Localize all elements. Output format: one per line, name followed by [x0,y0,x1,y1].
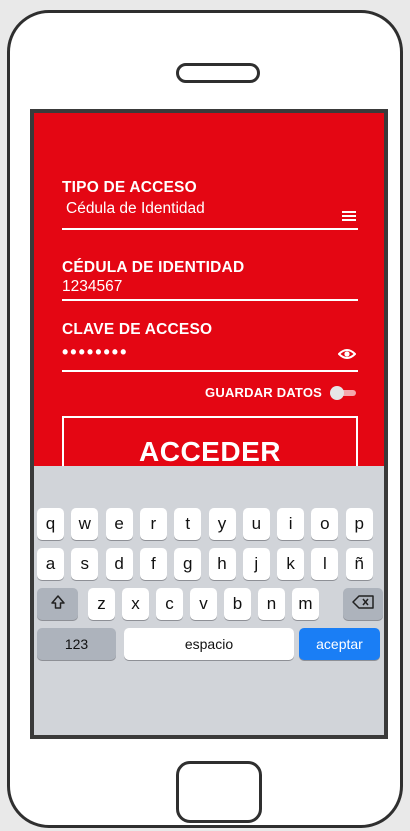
key-u[interactable]: u [242,508,270,540]
key-b[interactable]: b [224,588,251,620]
key-q[interactable]: q [37,508,64,540]
key-t[interactable]: t [174,508,202,540]
key-n[interactable]: n [258,588,285,620]
key-v[interactable]: v [190,588,217,620]
save-data-row[interactable]: GUARDAR DATOS [205,385,358,400]
list-icon[interactable] [342,211,356,221]
key-ñ[interactable]: ñ [345,548,373,580]
login-form: TIPO DE ACCESO Cédula de Identidad CÉDUL… [34,113,384,476]
key-s[interactable]: s [71,548,99,580]
password-underline [62,370,358,372]
save-data-label: GUARDAR DATOS [205,385,322,400]
key-e[interactable]: e [105,508,133,540]
key-x[interactable]: x [122,588,149,620]
key-l[interactable]: l [311,548,339,580]
id-number-input[interactable]: 1234567 [62,278,358,296]
key-k[interactable]: k [277,548,305,580]
key-c[interactable]: c [156,588,183,620]
eye-icon[interactable] [337,347,357,365]
key-d[interactable]: d [105,548,133,580]
id-number-label: CÉDULA DE IDENTIDAD [62,259,245,276]
key-f[interactable]: f [139,548,167,580]
id-number-underline [62,299,358,301]
key-p[interactable]: p [345,508,373,540]
phone-screen: TIPO DE ACCESO Cédula de Identidad CÉDUL… [30,109,388,739]
access-type-field[interactable]: TIPO DE ACCESO Cédula de Identidad [62,179,358,230]
password-input[interactable]: •••••••• [62,342,358,363]
key-j[interactable]: j [242,548,270,580]
key-r[interactable]: r [139,508,167,540]
access-type-value: Cédula de Identidad [66,200,205,217]
phone-speaker [176,63,260,83]
shift-key[interactable] [37,588,78,620]
space-key[interactable]: espacio [124,628,294,660]
accept-key[interactable]: aceptar [299,628,380,660]
key-i[interactable]: i [277,508,305,540]
key-o[interactable]: o [311,508,339,540]
password-field[interactable]: CLAVE DE ACCESO •••••••• [62,321,358,372]
key-y[interactable]: y [208,508,236,540]
password-label: CLAVE DE ACCESO [62,321,213,338]
access-type-label: TIPO DE ACCESO [62,179,197,196]
save-data-toggle[interactable] [330,385,358,400]
key-g[interactable]: g [174,548,202,580]
backspace-icon [352,594,374,614]
key-h[interactable]: h [208,548,236,580]
backspace-key[interactable] [343,588,383,620]
shift-arrow-icon [50,594,66,615]
key-w[interactable]: w [71,508,99,540]
key-m[interactable]: m [292,588,319,620]
virtual-keyboard: qwertyuiop asdfghjklñ zxcvbnm 123 espaci… [34,466,384,735]
id-number-field[interactable]: CÉDULA DE IDENTIDAD 1234567 [62,259,358,301]
home-button[interactable] [176,761,262,823]
access-type-underline [62,228,358,230]
key-z[interactable]: z [88,588,115,620]
key-a[interactable]: a [37,548,64,580]
numbers-key[interactable]: 123 [37,628,116,660]
